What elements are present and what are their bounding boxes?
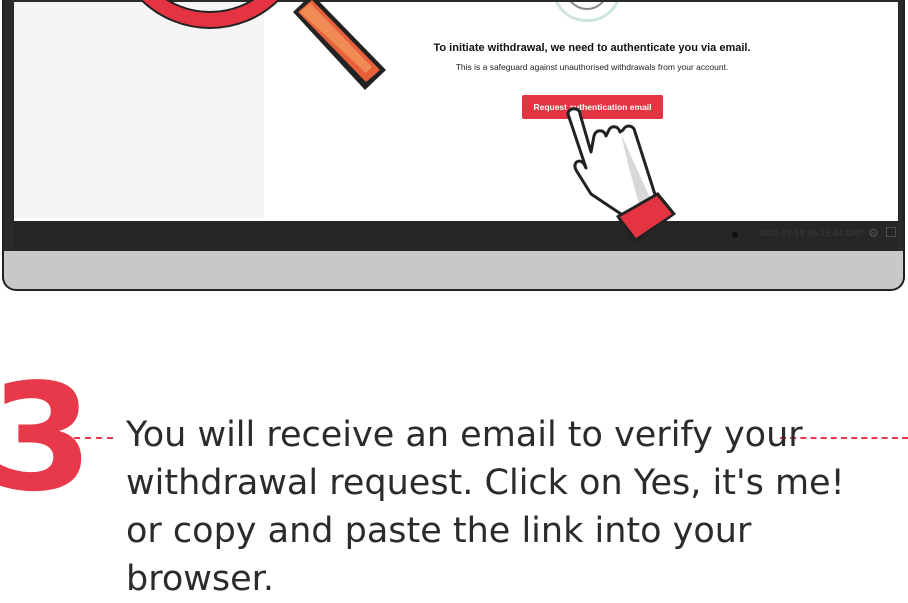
taskbar-clock: 2020-03-19 06:25:44 GMT (758, 229, 864, 238)
status-dot-icon (732, 232, 738, 238)
gear-icon[interactable]: ⚙ (868, 226, 879, 240)
dashed-line-left (63, 437, 113, 439)
monitor-stand (2, 251, 905, 291)
step-instruction: You will receive an email to verify your… (126, 415, 845, 599)
verification-icon (552, 2, 622, 22)
fullscreen-icon[interactable] (886, 227, 896, 237)
magnifier-icon (140, 0, 386, 90)
pointer-hand-icon (566, 107, 676, 244)
taskbar: 2020-03-19 06:25:44 GMT ⚙ (14, 221, 898, 253)
